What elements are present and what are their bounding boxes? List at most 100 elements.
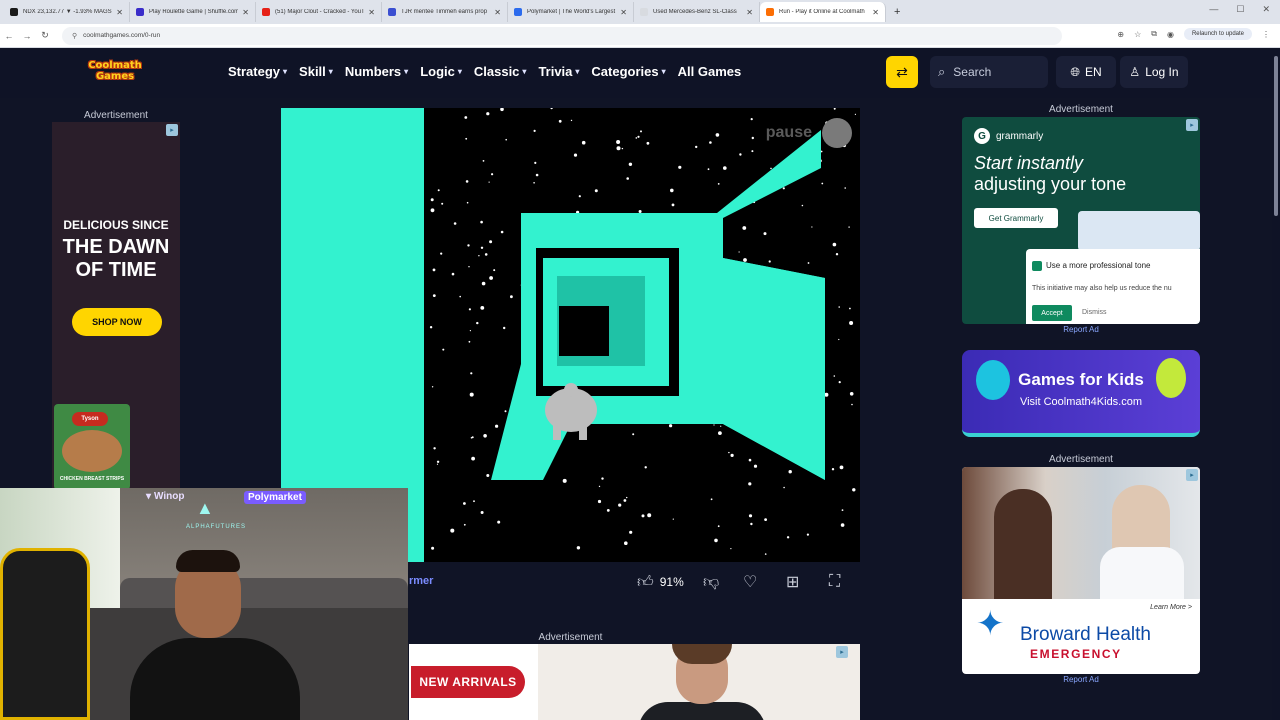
maximize-icon[interactable]: ☐	[1236, 4, 1244, 15]
nav-item-skill[interactable]: Skill ▾	[299, 64, 333, 79]
browser-tab[interactable]: TJR mentee Timmeh earns prop ✕	[382, 2, 508, 22]
profile-icon[interactable]: ◉	[1167, 30, 1174, 39]
star	[831, 468, 835, 471]
adchoices-icon[interactable]: ▸	[1186, 469, 1198, 481]
close-window-icon[interactable]: ✕	[1262, 4, 1270, 15]
nav-item-label: Logic	[420, 64, 455, 79]
nav-item-trivia[interactable]: Trivia ▾	[538, 64, 579, 79]
tab-favicon-icon	[766, 8, 774, 16]
browser-tab[interactable]: Play Roulette Game | Shuffle.com ✕	[130, 2, 256, 22]
star	[751, 136, 754, 140]
bottom-ad-banner[interactable]: NEW ARRIVALS ▸	[409, 644, 860, 720]
nav-item-strategy[interactable]: Strategy ▾	[228, 64, 287, 79]
grammarly-ad[interactable]: G grammarly Start instantly adjusting yo…	[962, 117, 1200, 324]
nav-item-all-games[interactable]: All Games	[678, 64, 742, 79]
nav-item-numbers[interactable]: Numbers ▾	[345, 64, 408, 79]
back-icon[interactable]: ←	[0, 31, 18, 41]
browser-tab[interactable]: Used Mercedes-Benz SL-Class ✕	[634, 2, 760, 22]
reload-icon[interactable]: ↻	[36, 30, 54, 41]
nav-item-classic[interactable]: Classic ▾	[474, 64, 527, 79]
streamer-webcam: ▾ Winop Polymarket ▲ ALPHAFUTURES	[0, 488, 408, 720]
game-toolbar: rmer 👍︎ 91% 👎︎ ♡ ⊞ ⛶	[409, 562, 860, 602]
star	[838, 338, 840, 341]
star	[717, 183, 720, 185]
adchoices-icon[interactable]: ▸	[166, 124, 178, 136]
browser-tab[interactable]: NDX 23,132.77 ▼ -1.93% MAGS ✕	[4, 2, 130, 22]
tab-label: Play Roulette Game | Shuffle.com	[149, 9, 239, 15]
game-genre-link[interactable]: rmer	[409, 575, 433, 587]
star	[464, 116, 468, 119]
sponsor-winop-label: Winop	[154, 491, 185, 502]
forward-icon[interactable]: →	[18, 31, 36, 41]
dismiss-button[interactable]: Dismiss	[1082, 309, 1107, 316]
tab-close-icon[interactable]: ✕	[368, 8, 375, 17]
grammarly-logo-icon: G	[974, 128, 990, 144]
tab-close-icon[interactable]: ✕	[494, 8, 501, 17]
new-arrivals-button[interactable]: NEW ARRIVALS	[411, 666, 525, 698]
coolmath4kids-banner[interactable]: Games for Kids Visit Coolmath4Kids.com	[962, 350, 1200, 437]
bookmark-star-icon[interactable]: ☆	[1134, 30, 1141, 39]
report-ad-link-2[interactable]: Report Ad	[962, 675, 1200, 684]
broward-health-ad[interactable]: ▸ Learn More > ✦ Broward Health EMERGENC…	[962, 467, 1200, 674]
like-button[interactable]: 👍︎ 91%	[637, 572, 684, 592]
star	[483, 434, 487, 438]
browser-tab[interactable]: Run - Play it Online at Coolmath ✕	[760, 2, 886, 22]
url-field[interactable]: ⚲ coolmathgames.com/0-run	[62, 26, 1062, 45]
star	[849, 321, 854, 325]
tab-close-icon[interactable]: ✕	[242, 8, 249, 17]
pause-button[interactable]	[822, 118, 852, 148]
adchoices-icon[interactable]: ▸	[1186, 119, 1198, 131]
random-game-button[interactable]: ⇄	[886, 56, 918, 88]
kids-title: Games for Kids	[1018, 370, 1144, 389]
language-selector[interactable]: 🌐︎ EN	[1056, 56, 1116, 88]
browser-tab[interactable]: (51) Major Clout - Cracked - YouTube✕	[256, 2, 382, 22]
tab-close-icon[interactable]: ✕	[116, 8, 123, 17]
site-info-icon[interactable]: ⚲	[72, 32, 77, 40]
star	[500, 108, 504, 112]
star	[534, 161, 537, 164]
broward-star-icon: ✦	[976, 605, 1005, 643]
star	[471, 456, 475, 461]
star	[480, 511, 484, 514]
extensions-icon[interactable]: ⧉	[1151, 29, 1157, 39]
star	[488, 181, 490, 183]
zoom-icon[interactable]: ⊕	[1117, 30, 1124, 39]
scrollbar-thumb[interactable]	[1274, 56, 1278, 216]
tab-close-icon[interactable]: ✕	[746, 8, 753, 17]
minimize-icon[interactable]: —	[1209, 4, 1218, 15]
new-tab-button[interactable]: +	[894, 6, 900, 18]
report-ad-link[interactable]: Report Ad	[962, 325, 1200, 334]
menu-kebab-icon[interactable]: ⋮	[1262, 30, 1270, 39]
star	[486, 474, 490, 477]
shop-now-button[interactable]: SHOP NOW	[72, 308, 162, 336]
page-scrollbar[interactable]	[1272, 48, 1280, 720]
nav-item-categories[interactable]: Categories ▾	[591, 64, 665, 79]
login-label: Log In	[1145, 65, 1179, 79]
nav-item-logic[interactable]: Logic ▾	[420, 64, 462, 79]
adchoices-icon[interactable]: ▸	[836, 646, 848, 658]
accept-button[interactable]: Accept	[1032, 305, 1072, 321]
tab-close-icon[interactable]: ✕	[620, 8, 627, 17]
window-controls: — ☐ ✕	[1209, 4, 1270, 15]
favorite-button[interactable]: ♡	[743, 572, 757, 592]
star	[442, 348, 445, 351]
suggestion-body: This initiative may also help us reduce …	[1032, 285, 1172, 292]
learn-more-link[interactable]: Learn More >	[1150, 604, 1192, 611]
get-grammarly-button[interactable]: Get Grammarly	[974, 208, 1058, 228]
chevron-down-icon: ▾	[283, 67, 288, 76]
dislike-button[interactable]: 👎︎	[703, 572, 719, 592]
browser-tab[interactable]: Polymarket | The World's Largest ✕	[508, 2, 634, 22]
star	[763, 232, 767, 236]
fullscreen-button[interactable]: ⛶	[829, 572, 840, 592]
star	[730, 548, 732, 550]
left-ad-banner[interactable]: ▸ DELICIOUS SINCE THE DAWN OF TIME SHOP …	[52, 122, 180, 490]
login-button[interactable]: ♙ Log In	[1120, 56, 1188, 88]
tab-close-icon[interactable]: ✕	[872, 8, 879, 17]
tab-favicon-icon	[514, 8, 522, 16]
coolmath-logo[interactable]: Coolmath Games	[86, 56, 144, 90]
suggestion-title: Use a more professional tone	[1046, 261, 1151, 270]
game-controls-button[interactable]: ⊞	[786, 572, 799, 592]
search-button[interactable]: ⌕ Search	[930, 56, 1048, 88]
relaunch-button[interactable]: Relaunch to update	[1183, 28, 1252, 40]
suggestion-card: Use a more professional tone This initia…	[1026, 249, 1200, 324]
